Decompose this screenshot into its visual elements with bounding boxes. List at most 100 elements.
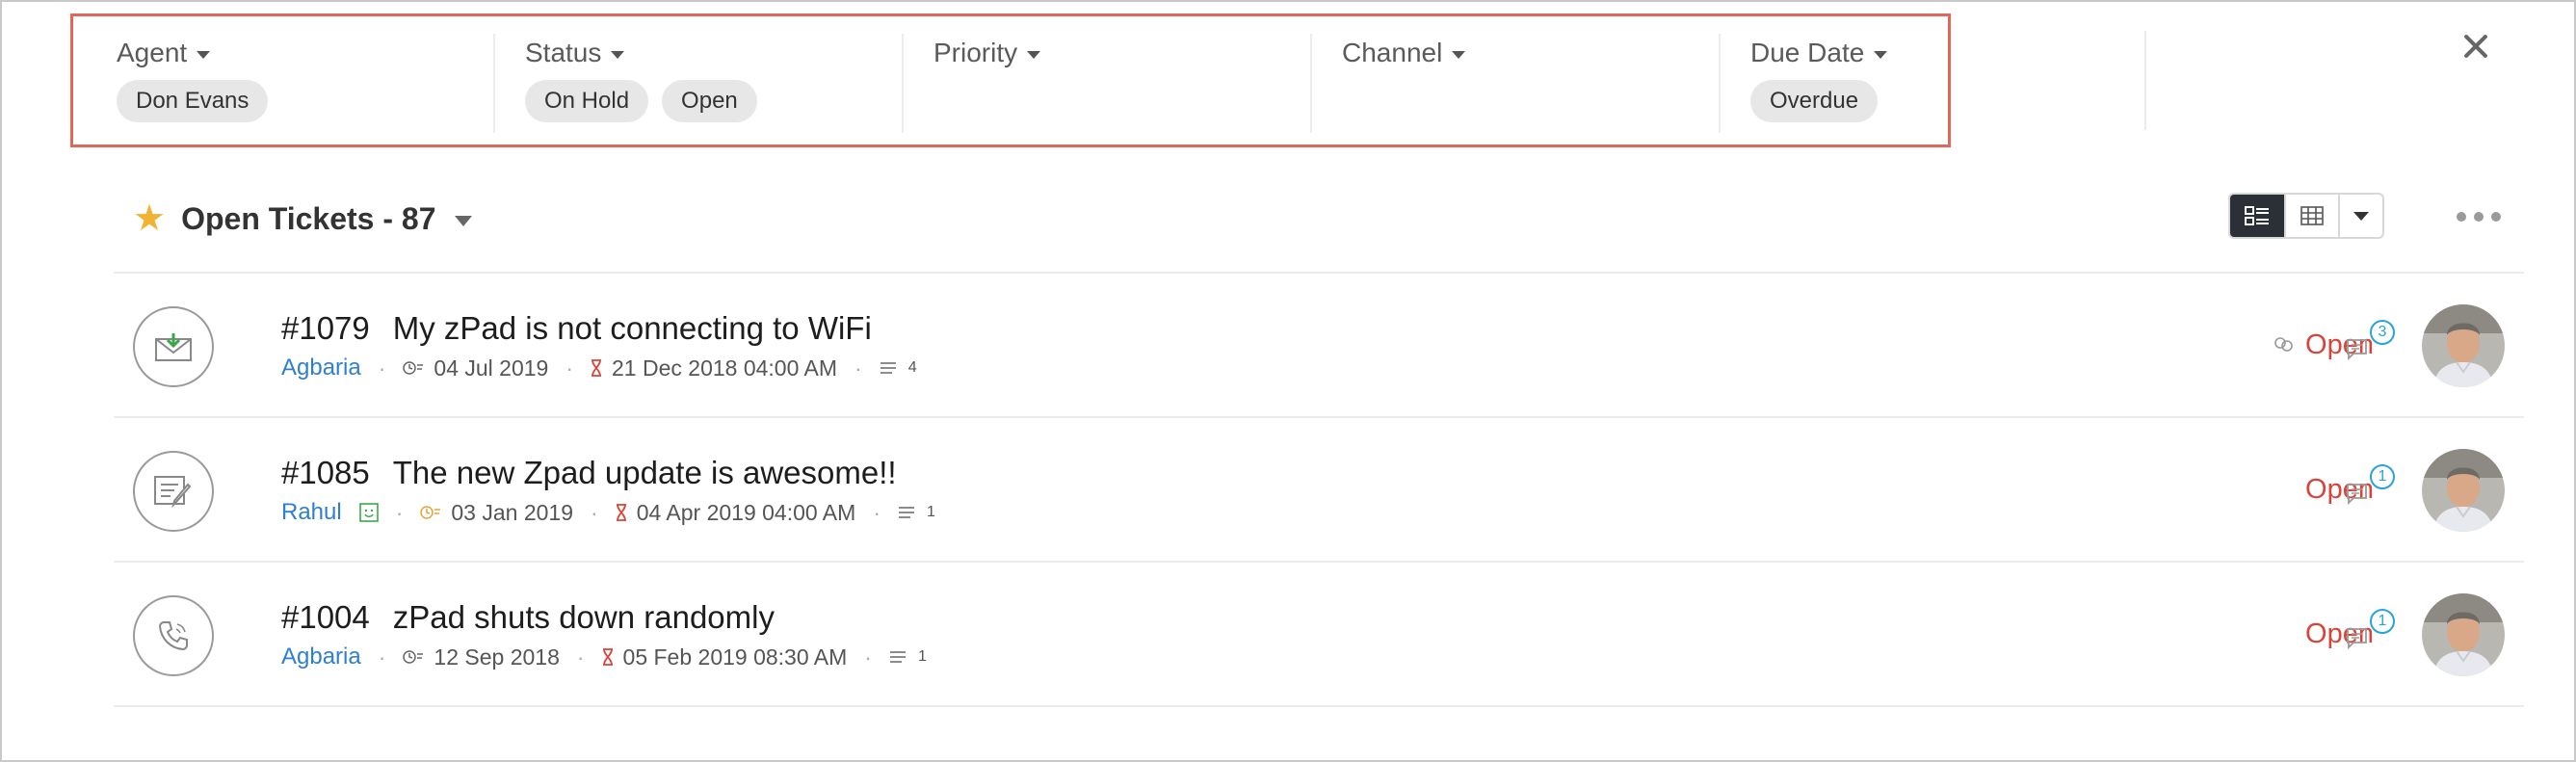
comment-icon [2347, 628, 2367, 650]
separator-dot: · [378, 355, 386, 381]
comments-button[interactable]: 1 [2345, 609, 2403, 657]
close-icon[interactable] [2458, 29, 2493, 64]
ticket-due-date: 04 Apr 2019 04:00 AM [636, 499, 856, 525]
divider [1719, 34, 1721, 133]
ticket-meta: Agbaria · 12 Sep 2018 · 05 Feb 2019 08:3… [281, 644, 927, 670]
ticket-thread-count: 4 [907, 359, 917, 376]
avatar[interactable] [2422, 449, 2505, 532]
threads-icon [889, 650, 908, 664]
view-dropdown-button[interactable] [2338, 195, 2382, 237]
view-toggle [2228, 193, 2384, 239]
ticket-subject[interactable]: #1079 My zPad is not connecting to WiFi [281, 310, 872, 347]
ticket-thread-count: 1 [926, 504, 935, 520]
filter-agent-label: Agent [117, 38, 188, 67]
separator-dot: · [864, 644, 872, 670]
filter-channel-label: Channel [1342, 38, 1443, 67]
filter-priority[interactable]: Priority [933, 34, 1041, 130]
comments-button[interactable]: 1 [2345, 464, 2403, 512]
ticket-row[interactable]: #1079 My zPad is not connecting to WiFi … [114, 274, 2524, 416]
hourglass-icon [602, 648, 614, 666]
ticket-created-date: 03 Jan 2019 [451, 499, 574, 525]
ticket-subject[interactable]: #1004 zPad shuts down randomly [281, 599, 775, 636]
filter-channel-header[interactable]: Channel [1342, 34, 1466, 72]
filter-status-header[interactable]: Status [525, 34, 757, 72]
chevron-down-icon [1452, 51, 1466, 59]
ticket-subject[interactable]: #1085 The new Zpad update is awesome!! [281, 455, 897, 491]
filter-status-label: Status [525, 38, 602, 67]
avatar[interactable] [2422, 593, 2505, 676]
filter-priority-header[interactable]: Priority [933, 34, 1041, 72]
divider [902, 34, 904, 133]
comment-count-badge: 3 [2370, 320, 2395, 345]
ticket-meta: Agbaria · 04 Jul 2019 · 21 Dec 2018 04:0… [281, 355, 917, 381]
ticket-title: zPad shuts down randomly [392, 599, 775, 635]
chevron-down-icon [1027, 51, 1041, 59]
ticket-id: #1079 [281, 310, 370, 346]
filter-priority-label: Priority [933, 38, 1018, 67]
comment-count-badge: 1 [2370, 464, 2395, 489]
happy-face-icon [358, 503, 379, 522]
separator-dot: · [591, 499, 598, 525]
ticket-thread-count: 1 [917, 648, 927, 665]
comment-count-badge: 1 [2370, 609, 2395, 634]
ticket-agent[interactable]: Agbaria [281, 355, 361, 381]
divider [493, 34, 495, 133]
filter-chip[interactable]: Don Evans [117, 80, 269, 122]
ticket-meta: Rahul · 03 Jan 2019 · 04 Apr 2019 04:00 … [281, 499, 935, 526]
threads-icon [880, 361, 899, 375]
chevron-down-icon [1874, 51, 1888, 59]
threads-icon [898, 506, 917, 519]
page-title: Open Tickets - 87 [181, 200, 436, 236]
star-icon[interactable]: ★ [133, 200, 166, 237]
ticket-title: The new Zpad update is awesome!! [392, 455, 897, 490]
more-dots-icon[interactable] [2457, 212, 2501, 222]
chevron-down-icon[interactable] [455, 215, 473, 226]
email-icon [133, 306, 214, 387]
filter-due-date-header[interactable]: Due Date [1750, 34, 1888, 72]
ticket-id: #1085 [281, 455, 370, 490]
ticket-row[interactable]: #1085 The new Zpad update is awesome!! R… [114, 418, 2524, 561]
filter-status[interactable]: Status On Hold Open [525, 34, 757, 130]
ticket-row[interactable]: #1004 zPad shuts down randomly Agbaria ·… [114, 563, 2524, 705]
filter-due-date-label: Due Date [1750, 38, 1865, 67]
separator-dot: · [873, 499, 881, 525]
comments-button[interactable]: 3 [2345, 320, 2403, 368]
view-title[interactable]: ★ Open Tickets - 87 [133, 200, 473, 237]
filter-chip[interactable]: Open [662, 80, 757, 122]
filter-agent-header[interactable]: Agent [117, 34, 268, 72]
chevron-down-icon [2353, 211, 2369, 221]
ticket-title: My zPad is not connecting to WiFi [392, 310, 872, 346]
ticket-created-date: 12 Sep 2018 [434, 644, 560, 670]
list-view-icon [2245, 206, 2269, 225]
ticket-agent[interactable]: Rahul [281, 499, 342, 526]
ticket-agent[interactable]: Agbaria [281, 644, 361, 670]
filter-channel[interactable]: Channel [1342, 34, 1466, 130]
clock-icon [403, 360, 424, 376]
filter-due-date[interactable]: Due Date Overdue [1750, 34, 1888, 130]
hourglass-icon [616, 504, 627, 521]
separator-dot: · [854, 355, 862, 381]
link-icon [2273, 329, 2296, 361]
filter-agent[interactable]: Agent Don Evans [117, 34, 269, 130]
comment-icon [2347, 339, 2367, 361]
separator-dot: · [576, 644, 585, 670]
clock-icon [420, 505, 441, 520]
separator-dot: · [378, 644, 386, 670]
separator-dot: · [565, 355, 574, 381]
web-form-icon [133, 451, 214, 532]
list-view-button[interactable] [2230, 195, 2284, 237]
divider [2144, 31, 2146, 130]
ticket-id: #1004 [281, 599, 370, 635]
avatar[interactable] [2422, 304, 2505, 387]
chevron-down-icon [611, 51, 625, 59]
filter-chip[interactable]: Overdue [1750, 80, 1879, 122]
ticket-due-date: 05 Feb 2019 08:30 AM [622, 644, 848, 670]
separator-dot: · [395, 499, 404, 525]
filter-chip[interactable]: On Hold [525, 80, 649, 122]
table-view-button[interactable] [2284, 195, 2338, 237]
phone-icon [133, 595, 214, 676]
filter-bar: Agent Don Evans Status On Hold Open Prio… [70, 13, 1951, 147]
comment-icon [2347, 484, 2367, 506]
hourglass-icon [591, 359, 602, 377]
divider [1310, 34, 1312, 133]
